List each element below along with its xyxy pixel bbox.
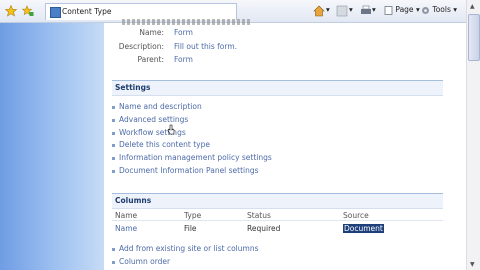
settings-item-name-description[interactable]: Name and description	[112, 101, 202, 112]
table-divider	[112, 220, 443, 221]
tab-label: Content Type	[62, 7, 112, 16]
tools-menu[interactable]: Tools ▾	[421, 5, 457, 17]
selected-source-text: Document	[343, 224, 384, 233]
bullet-icon	[112, 247, 115, 251]
parent-link[interactable]: Form	[174, 55, 193, 64]
bullet-icon	[112, 131, 115, 135]
name-label: Name:	[139, 28, 164, 37]
left-navigation-panel	[0, 23, 104, 270]
settings-item-policy[interactable]: Information management policy settings	[112, 152, 272, 163]
settings-header: Settings	[112, 80, 443, 96]
column-name-link[interactable]: Name	[115, 224, 137, 233]
cut-off-text	[122, 19, 252, 25]
chevron-down-icon[interactable]: ▾	[372, 5, 376, 17]
bullet-icon	[112, 118, 115, 122]
page-menu[interactable]: Page ▾	[384, 5, 420, 17]
column-header-type: Type	[184, 211, 202, 220]
scrollbar-thumb[interactable]	[468, 14, 480, 61]
add-existing-columns-link[interactable]: Add from existing site or list columns	[112, 243, 258, 254]
favorites-star-icon[interactable]	[5, 5, 17, 17]
column-header-status: Status	[247, 211, 271, 220]
description-label: Description:	[118, 42, 164, 51]
feeds-icon[interactable]	[336, 5, 348, 17]
add-favorites-icon[interactable]	[22, 5, 34, 17]
columns-header: Columns	[112, 193, 443, 209]
bullet-icon	[112, 169, 115, 173]
print-icon[interactable]	[360, 5, 372, 17]
content-type-page: Name: Form Description: Fill out this fo…	[104, 19, 466, 270]
name-value: Form	[174, 28, 193, 37]
column-source-link[interactable]: Document	[343, 224, 384, 233]
page-icon	[50, 7, 61, 18]
bullet-icon	[112, 156, 115, 160]
column-header-source: Source	[343, 211, 369, 220]
bullet-icon	[112, 143, 115, 147]
column-order-link[interactable]: Column order	[112, 256, 170, 267]
settings-item-advanced[interactable]: Advanced settings	[112, 114, 188, 125]
settings-item-dip[interactable]: Document Information Panel settings	[112, 165, 259, 176]
hand-cursor-icon	[167, 124, 175, 135]
page-menu-icon	[384, 5, 393, 15]
column-header-name: Name	[115, 211, 138, 220]
tools-menu-label: Tools	[432, 5, 451, 14]
parent-label: Parent:	[137, 55, 164, 64]
settings-item-delete[interactable]: Delete this content type	[112, 139, 210, 150]
bullet-icon	[112, 260, 115, 264]
tab-content-type[interactable]: Content Type	[45, 3, 237, 20]
scroll-up-icon[interactable]: ▲	[470, 3, 475, 10]
gear-icon	[422, 6, 429, 14]
column-type-value: File	[184, 224, 197, 233]
chevron-down-icon[interactable]: ▾	[326, 5, 330, 17]
description-value: Fill out this form.	[174, 42, 238, 51]
bullet-icon	[112, 105, 115, 109]
home-icon[interactable]	[313, 5, 325, 17]
page-menu-label: Page	[395, 5, 414, 14]
properties-area: Name: Form Description: Fill out this fo…	[110, 19, 448, 71]
chevron-down-icon[interactable]: ▾	[349, 5, 353, 17]
column-status-value: Required	[247, 224, 281, 233]
scroll-down-icon[interactable]: ▼	[470, 261, 475, 268]
